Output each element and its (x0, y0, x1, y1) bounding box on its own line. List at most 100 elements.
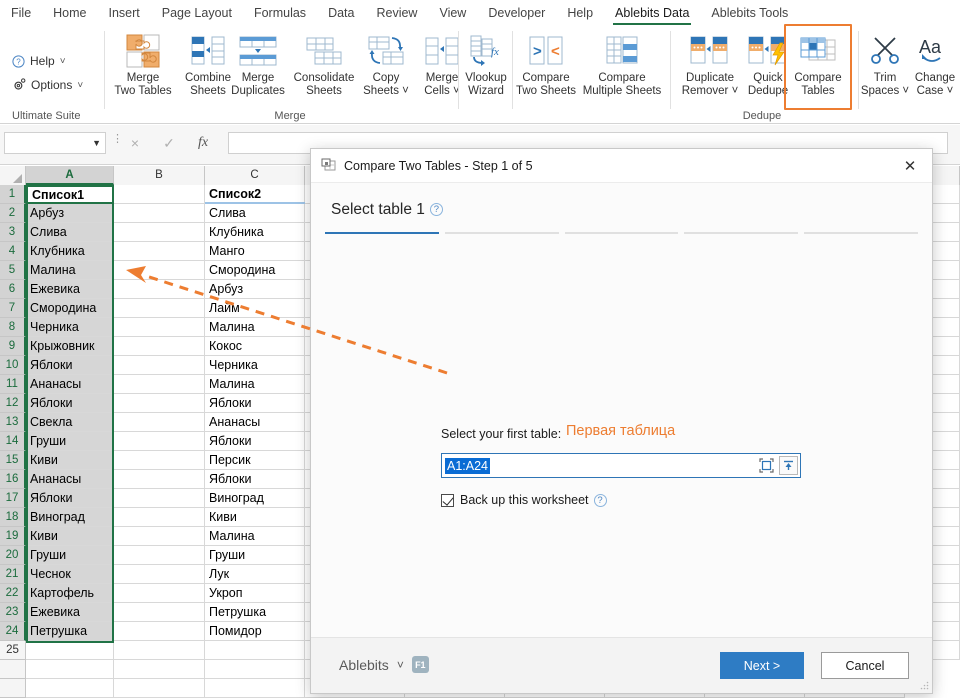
tab-review[interactable]: Review (365, 0, 428, 26)
cell-C2[interactable]: Слива (205, 204, 305, 223)
column-header-c[interactable]: C (205, 166, 305, 185)
chevron-down-icon[interactable]: ˅ (397, 658, 404, 672)
cell-C21[interactable]: Лук (205, 565, 305, 584)
tab-ablebits-data[interactable]: Ablebits Data (604, 0, 700, 26)
cell-A11[interactable]: Ананасы (26, 375, 114, 394)
cell-C8[interactable]: Малина (205, 318, 305, 337)
cell-C19[interactable]: Малина (205, 527, 305, 546)
row-header-23[interactable]: 23 (0, 603, 26, 622)
cell-C5[interactable]: Смородина (205, 261, 305, 280)
cell-B1[interactable] (114, 185, 205, 204)
cell-A19[interactable]: Киви (26, 527, 114, 546)
row-header-filler[interactable] (0, 660, 26, 679)
tab-insert[interactable]: Insert (98, 0, 151, 26)
cell-C12[interactable]: Яблоки (205, 394, 305, 413)
row-header-17[interactable]: 17 (0, 489, 26, 508)
cell-C22[interactable]: Укроп (205, 584, 305, 603)
close-icon[interactable]: ✕ (888, 149, 932, 183)
cell-A13[interactable]: Свекла (26, 413, 114, 432)
cell-empty[interactable] (114, 660, 205, 679)
cell-empty[interactable] (26, 660, 114, 679)
cancel-button[interactable]: Cancel (821, 652, 909, 679)
cell-A9[interactable]: Крыжовник (26, 337, 114, 356)
vlookup-wizard-button[interactable]: fx Vlookup Wizard (460, 30, 512, 98)
cell-C13[interactable]: Ананасы (205, 413, 305, 432)
cell-B19[interactable] (114, 527, 205, 546)
cell-C6[interactable]: Арбуз (205, 280, 305, 299)
cell-A15[interactable]: Киви (26, 451, 114, 470)
cell-B9[interactable] (114, 337, 205, 356)
cell-B11[interactable] (114, 375, 205, 394)
confirm-entry-icon[interactable]: ✓ (152, 132, 186, 154)
range-input[interactable]: A1:A24 (441, 453, 801, 478)
cell-C4[interactable]: Манго (205, 242, 305, 261)
cell-A7[interactable]: Смородина (26, 299, 114, 318)
help-icon[interactable]: ? (594, 494, 607, 507)
cell-A8[interactable]: Черника (26, 318, 114, 337)
cell-B15[interactable] (114, 451, 205, 470)
tab-formulas[interactable]: Formulas (243, 0, 317, 26)
cell-C3[interactable]: Клубника (205, 223, 305, 242)
tab-help[interactable]: Help (556, 0, 604, 26)
cell-C23[interactable]: Петрушка (205, 603, 305, 622)
row-header-18[interactable]: 18 (0, 508, 26, 527)
tab-ablebits-tools[interactable]: Ablebits Tools (700, 0, 799, 26)
compare-multiple-sheets-button[interactable]: Compare Multiple Sheets (578, 30, 666, 98)
tab-file[interactable]: File (0, 0, 42, 26)
cell-C14[interactable]: Яблоки (205, 432, 305, 451)
select-range-icon[interactable] (757, 456, 776, 475)
cell-empty[interactable] (114, 679, 205, 698)
tab-developer[interactable]: Developer (477, 0, 556, 26)
cell-C11[interactable]: Малина (205, 375, 305, 394)
cell-B18[interactable] (114, 508, 205, 527)
row-header-6[interactable]: 6 (0, 280, 26, 299)
checkbox-icon[interactable] (441, 494, 454, 507)
row-header-13[interactable]: 13 (0, 413, 26, 432)
tab-page-layout[interactable]: Page Layout (151, 0, 243, 26)
cell-A12[interactable]: Яблоки (26, 394, 114, 413)
cell-B22[interactable] (114, 584, 205, 603)
row-header-16[interactable]: 16 (0, 470, 26, 489)
cell-B25[interactable] (114, 641, 205, 660)
resize-grip[interactable] (920, 681, 929, 690)
cell-A2[interactable]: Арбуз (26, 204, 114, 223)
cell-B20[interactable] (114, 546, 205, 565)
row-header-filler[interactable] (0, 679, 26, 698)
row-header-20[interactable]: 20 (0, 546, 26, 565)
next-button[interactable]: Next > (720, 652, 804, 679)
cell-C17[interactable]: Виноград (205, 489, 305, 508)
cell-B12[interactable] (114, 394, 205, 413)
cell-B24[interactable] (114, 622, 205, 641)
row-header-11[interactable]: 11 (0, 375, 26, 394)
cell-A6[interactable]: Ежевика (26, 280, 114, 299)
row-header-21[interactable]: 21 (0, 565, 26, 584)
backup-worksheet-checkbox[interactable]: Back up this worksheet ? (441, 493, 607, 507)
collapse-dialog-icon[interactable] (779, 456, 798, 475)
cell-A16[interactable]: Ананасы (26, 470, 114, 489)
cell-C25[interactable] (205, 641, 305, 660)
cell-A18[interactable]: Виноград (26, 508, 114, 527)
compare-two-sheets-button[interactable]: > < Compare Two Sheets (514, 30, 578, 98)
column-header-a[interactable]: A (26, 166, 114, 185)
cell-A3[interactable]: Слива (26, 223, 114, 242)
row-header-4[interactable]: 4 (0, 242, 26, 261)
cell-B4[interactable] (114, 242, 205, 261)
cell-B23[interactable] (114, 603, 205, 622)
column-header-b[interactable]: B (114, 166, 205, 185)
help-icon[interactable]: ? (430, 203, 443, 216)
row-header-24[interactable]: 24 (0, 622, 26, 641)
row-header-5[interactable]: 5 (0, 261, 26, 280)
row-header-3[interactable]: 3 (0, 223, 26, 242)
row-header-9[interactable]: 9 (0, 337, 26, 356)
cell-A25[interactable] (26, 641, 114, 660)
cell-B3[interactable] (114, 223, 205, 242)
change-case-button[interactable]: Aa Change Case ˅ (910, 30, 960, 98)
cell-C20[interactable]: Груши (205, 546, 305, 565)
row-header-14[interactable]: 14 (0, 432, 26, 451)
cell-A4[interactable]: Клубника (26, 242, 114, 261)
cell-empty[interactable] (205, 660, 305, 679)
name-box[interactable]: ▼ (4, 132, 106, 154)
trim-spaces-button[interactable]: Trim Spaces ˅ (860, 30, 910, 98)
cell-B17[interactable] (114, 489, 205, 508)
dialog-titlebar[interactable]: Compare Two Tables - Step 1 of 5 ✕ (311, 149, 932, 183)
